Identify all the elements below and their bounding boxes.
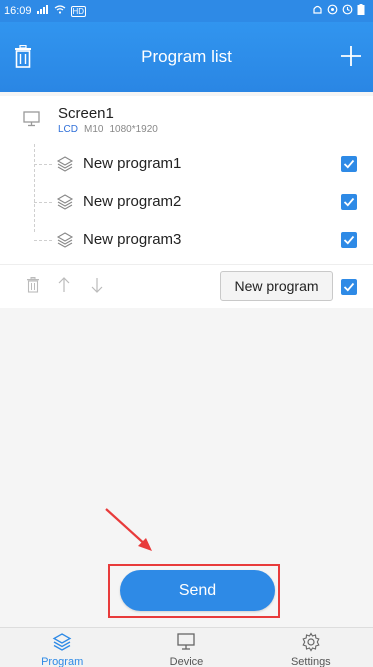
layers-icon <box>52 633 72 651</box>
wifi-icon <box>54 5 66 17</box>
clock-icon <box>342 4 353 18</box>
nav-item-program[interactable]: Program <box>0 628 124 667</box>
location-icon <box>327 4 338 18</box>
annotation-arrow <box>105 508 152 551</box>
layers-icon <box>56 193 74 211</box>
bottom-nav: Program Device Settings <box>0 627 373 667</box>
program-checkbox[interactable] <box>341 156 357 172</box>
monitor-icon <box>177 633 196 650</box>
program-name: New program3 <box>83 231 182 248</box>
screen-resolution: 1080*1920 <box>109 124 158 135</box>
nav-item-device[interactable]: Device <box>124 628 248 667</box>
layers-icon <box>56 155 74 173</box>
screen-meta: LCD M10 1080*1920 <box>58 124 158 135</box>
screen-model: M10 <box>84 124 104 135</box>
screen-row[interactable]: Screen1 LCD M10 1080*1920 <box>0 96 373 144</box>
list-item[interactable]: New program3 <box>0 222 373 258</box>
status-time: 16:09 <box>4 5 32 17</box>
program-actions-row: New program <box>0 264 373 308</box>
nav-item-settings[interactable]: Settings <box>249 628 373 667</box>
nav-label-device: Device <box>169 656 204 667</box>
plus-icon[interactable] <box>339 44 363 68</box>
app-header: Program list <box>0 22 373 92</box>
hd-icon: HD <box>70 5 87 17</box>
screen-name: Screen1 <box>58 105 114 122</box>
program-list: Screen1 LCD M10 1080*1920 New program1 N… <box>0 96 373 308</box>
program-name: New program1 <box>83 155 182 172</box>
battery-icon <box>357 4 365 18</box>
signal-icon <box>36 5 49 17</box>
nav-label-program: Program <box>41 656 84 667</box>
send-button[interactable]: Send <box>120 570 275 611</box>
delete-program-icon[interactable] <box>26 277 40 293</box>
gear-icon <box>302 632 320 652</box>
status-bar: 16:09 HD <box>0 0 373 22</box>
arrow-up-icon[interactable] <box>57 276 71 294</box>
program-checkbox[interactable] <box>341 194 357 210</box>
layers-icon <box>56 231 74 249</box>
list-item[interactable]: New program2 <box>0 184 373 220</box>
program-checkbox[interactable] <box>341 232 357 248</box>
arrow-down-icon[interactable] <box>90 276 104 294</box>
select-all-checkbox[interactable] <box>341 279 357 295</box>
tree-branch <box>34 202 52 203</box>
nav-label-settings: Settings <box>290 656 331 667</box>
monitor-icon <box>22 110 42 128</box>
list-item[interactable]: New program1 <box>0 146 373 182</box>
tree-branch <box>34 240 52 241</box>
tree-branch <box>34 164 52 165</box>
program-name: New program2 <box>83 193 182 210</box>
alarm-icon <box>312 4 323 18</box>
screen-type: LCD <box>58 124 79 135</box>
new-program-button[interactable]: New program <box>220 271 333 301</box>
page-title: Program list <box>141 47 232 66</box>
